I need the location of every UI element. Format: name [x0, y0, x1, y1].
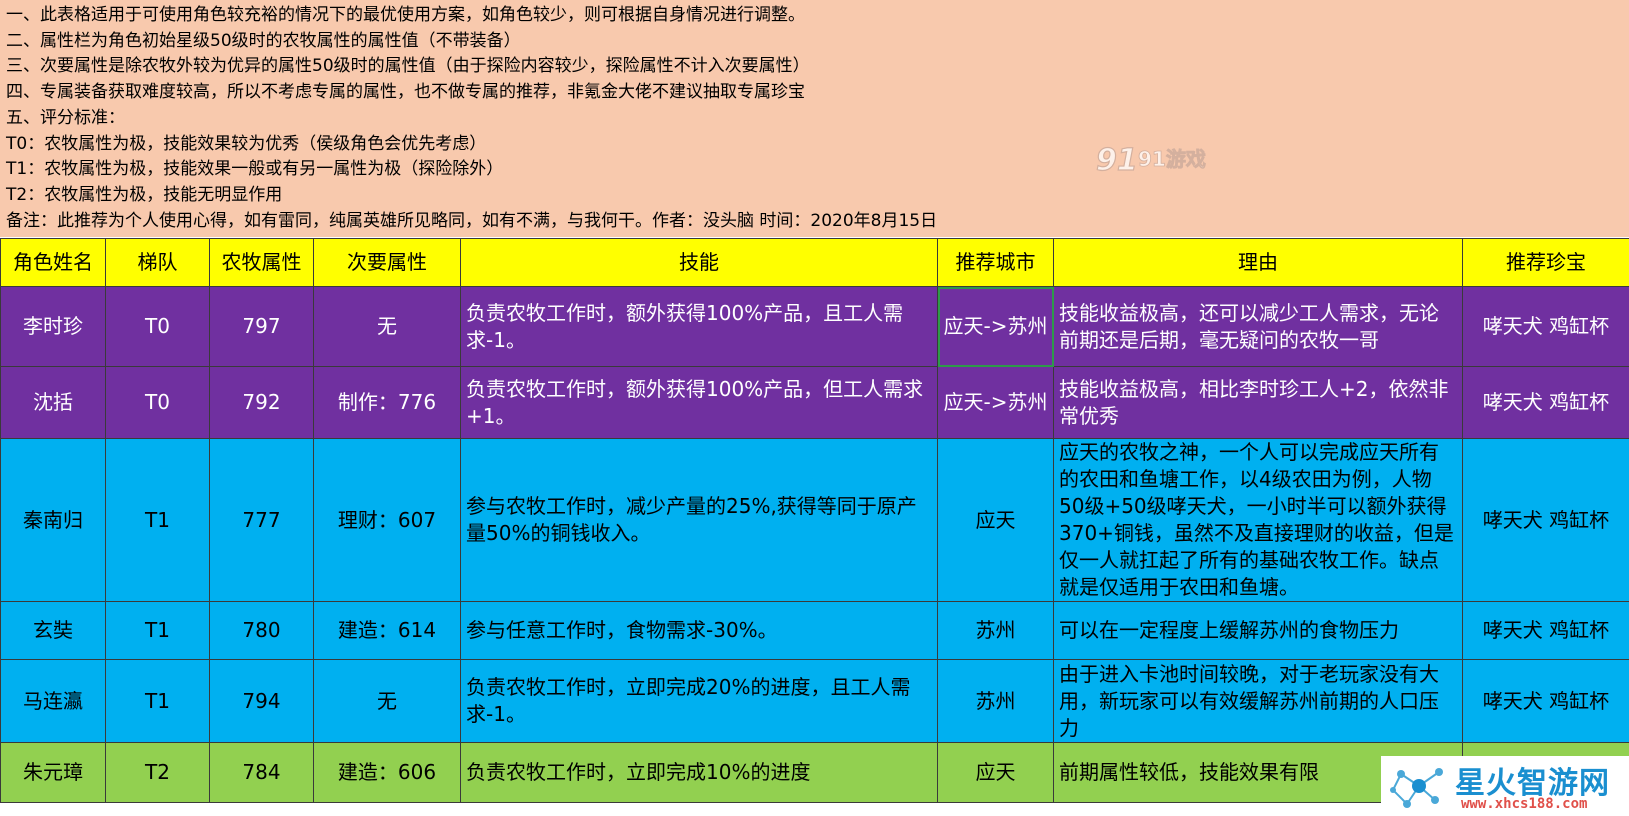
- cell-name[interactable]: 李时珍: [0, 286, 106, 367]
- header-secondary: 次要属性: [313, 238, 461, 287]
- table-row: 玄奘 T1 780 建造：614 参与任意工作时，食物需求-30%。 苏州 可以…: [0, 601, 1629, 660]
- cell-farm[interactable]: 780: [209, 601, 314, 660]
- cell-farm[interactable]: 794: [209, 659, 314, 743]
- notes-panel: 一、此表格适用于可使用角色较充裕的情况下的最优使用方案，如角色较少，则可根据自身…: [0, 0, 1629, 237]
- cell-city[interactable]: 应天->苏州: [937, 366, 1054, 439]
- header-row: 角色姓名 梯队 农牧属性 次要属性 技能 推荐城市 理由 推荐珍宝: [0, 238, 1629, 287]
- cell-city-selected[interactable]: 应天->苏州: [937, 286, 1054, 367]
- note-line: 四、专属装备获取难度较高，所以不考虑专属的属性，也不做专属的推荐，非氪金大佬不建…: [6, 82, 805, 103]
- cell-name[interactable]: 秦南归: [0, 438, 106, 602]
- cell-reason[interactable]: 应天的农牧之神，一个人可以完成应天所有的农田和鱼塘工作，以4级农田为例，人物50…: [1053, 438, 1463, 602]
- cell-skill[interactable]: 参与农牧工作时，减少产量的25%,获得等同于原产量50%的铜钱收入。: [460, 438, 938, 602]
- network-logo-icon: [1390, 768, 1443, 808]
- cell-secondary[interactable]: 制作：776: [313, 366, 461, 439]
- cell-name[interactable]: 朱元璋: [0, 742, 106, 803]
- cell-name[interactable]: 马连瀛: [0, 659, 106, 743]
- cell-treasure[interactable]: 哮天犬 鸡缸杯: [1462, 438, 1629, 602]
- cell-treasure[interactable]: 哮天犬 鸡缸杯: [1462, 366, 1629, 439]
- cell-name[interactable]: 玄奘: [0, 601, 106, 660]
- cell-reason[interactable]: 技能收益极高，还可以减少工人需求，无论前期还是后期，毫无疑问的农牧一哥: [1053, 286, 1463, 367]
- cell-reason[interactable]: 技能收益极高，相比李时珍工人+2，依然非常优秀: [1053, 366, 1463, 439]
- header-treasure: 推荐珍宝: [1462, 238, 1629, 287]
- cell-secondary[interactable]: 建造：606: [313, 742, 461, 803]
- header-farm: 农牧属性: [209, 238, 314, 287]
- brand-watermark: 星火智游网 www.xhcs188.com: [1381, 756, 1629, 816]
- note-line: T1：农牧属性为极，技能效果一般或有另一属性为极（探险除外）: [6, 159, 504, 180]
- cell-farm[interactable]: 777: [209, 438, 314, 602]
- cell-tier[interactable]: T1: [105, 438, 210, 602]
- watermark-text: 91游戏: [1138, 147, 1206, 171]
- cell-farm[interactable]: 797: [209, 286, 314, 367]
- cell-treasure[interactable]: 哮天犬 鸡缸杯: [1462, 601, 1629, 660]
- header-city: 推荐城市: [937, 238, 1054, 287]
- note-line: 三、次要属性是除农牧外较为优异的属性50级时的属性值（由于探险内容较少，探险属性…: [6, 56, 810, 77]
- header-name: 角色姓名: [0, 238, 106, 287]
- cell-skill[interactable]: 负责农牧工作时，立即完成10%的进度: [460, 742, 938, 803]
- cell-city[interactable]: 应天: [937, 438, 1054, 602]
- table-row: 沈括 T0 792 制作：776 负责农牧工作时，额外获得100%产品，但工人需…: [0, 366, 1629, 439]
- table-row: 李时珍 T0 797 无 负责农牧工作时，额外获得100%产品，且工人需求-1。…: [0, 286, 1629, 367]
- svg-text:91: 91: [1096, 143, 1138, 178]
- cell-reason[interactable]: 由于进入卡池时间较晚，对于老玩家没有大用，新玩家可以有效缓解苏州前期的人口压力: [1053, 659, 1463, 743]
- note-line: 二、属性栏为角色初始星级50级时的农牧属性的属性值（不带装备）: [6, 30, 521, 51]
- cell-treasure[interactable]: 哮天犬 鸡缸杯: [1462, 286, 1629, 367]
- cell-tier[interactable]: T1: [105, 659, 210, 743]
- table-row: 马连瀛 T1 794 无 负责农牧工作时，立即完成20%的进度，且工人需求-1。…: [0, 659, 1629, 743]
- cell-secondary[interactable]: 理财：607: [313, 438, 461, 602]
- cell-tier[interactable]: T1: [105, 601, 210, 660]
- header-tier: 梯队: [105, 238, 210, 287]
- cell-skill[interactable]: 负责农牧工作时，额外获得100%产品，但工人需求+1。: [460, 366, 938, 439]
- watermark-91-logo: 91 91游戏: [1095, 142, 1206, 178]
- note-line: 一、此表格适用于可使用角色较充裕的情况下的最优使用方案，如角色较少，则可根据自身…: [6, 5, 805, 25]
- recommendation-table: 角色姓名 梯队 农牧属性 次要属性 技能 推荐城市 理由 推荐珍宝 李时珍 T0…: [0, 238, 1629, 803]
- cell-skill[interactable]: 负责农牧工作时，立即完成20%的进度，且工人需求-1。: [460, 659, 938, 743]
- cell-city[interactable]: 苏州: [937, 659, 1054, 743]
- cell-city[interactable]: 应天: [937, 742, 1054, 803]
- cell-treasure[interactable]: 哮天犬 鸡缸杯: [1462, 659, 1629, 743]
- cell-secondary[interactable]: 无: [313, 659, 461, 743]
- note-line: 备注：此推荐为个人使用心得，如有雷同，纯属英雄所见略同，如有不满，与我何干。作者…: [6, 210, 938, 231]
- brand-url: www.xhcs188.com: [1461, 796, 1588, 812]
- note-line: T0：农牧属性为极，技能效果较为优秀（侯级角色会优先考虑）: [6, 133, 487, 154]
- table-row: 秦南归 T1 777 理财：607 参与农牧工作时，减少产量的25%,获得等同于…: [0, 438, 1629, 602]
- cell-tier[interactable]: T0: [105, 366, 210, 439]
- cell-secondary[interactable]: 无: [313, 286, 461, 367]
- header-skill: 技能: [460, 238, 938, 287]
- cell-city[interactable]: 苏州: [937, 601, 1054, 660]
- cell-tier[interactable]: T2: [105, 742, 210, 803]
- cell-tier[interactable]: T0: [105, 286, 210, 367]
- header-reason: 理由: [1053, 238, 1463, 287]
- note-line: T2：农牧属性为极，技能无明显作用: [6, 184, 283, 205]
- cell-secondary[interactable]: 建造：614: [313, 601, 461, 660]
- cell-farm[interactable]: 784: [209, 742, 314, 803]
- note-line: 五、评分标准：: [6, 107, 125, 128]
- cell-farm[interactable]: 792: [209, 366, 314, 439]
- cell-name[interactable]: 沈括: [0, 366, 106, 439]
- cell-skill[interactable]: 参与任意工作时，食物需求-30%。: [460, 601, 938, 660]
- cell-skill[interactable]: 负责农牧工作时，额外获得100%产品，且工人需求-1。: [460, 286, 938, 367]
- cell-reason[interactable]: 可以在一定程度上缓解苏州的食物压力: [1053, 601, 1463, 660]
